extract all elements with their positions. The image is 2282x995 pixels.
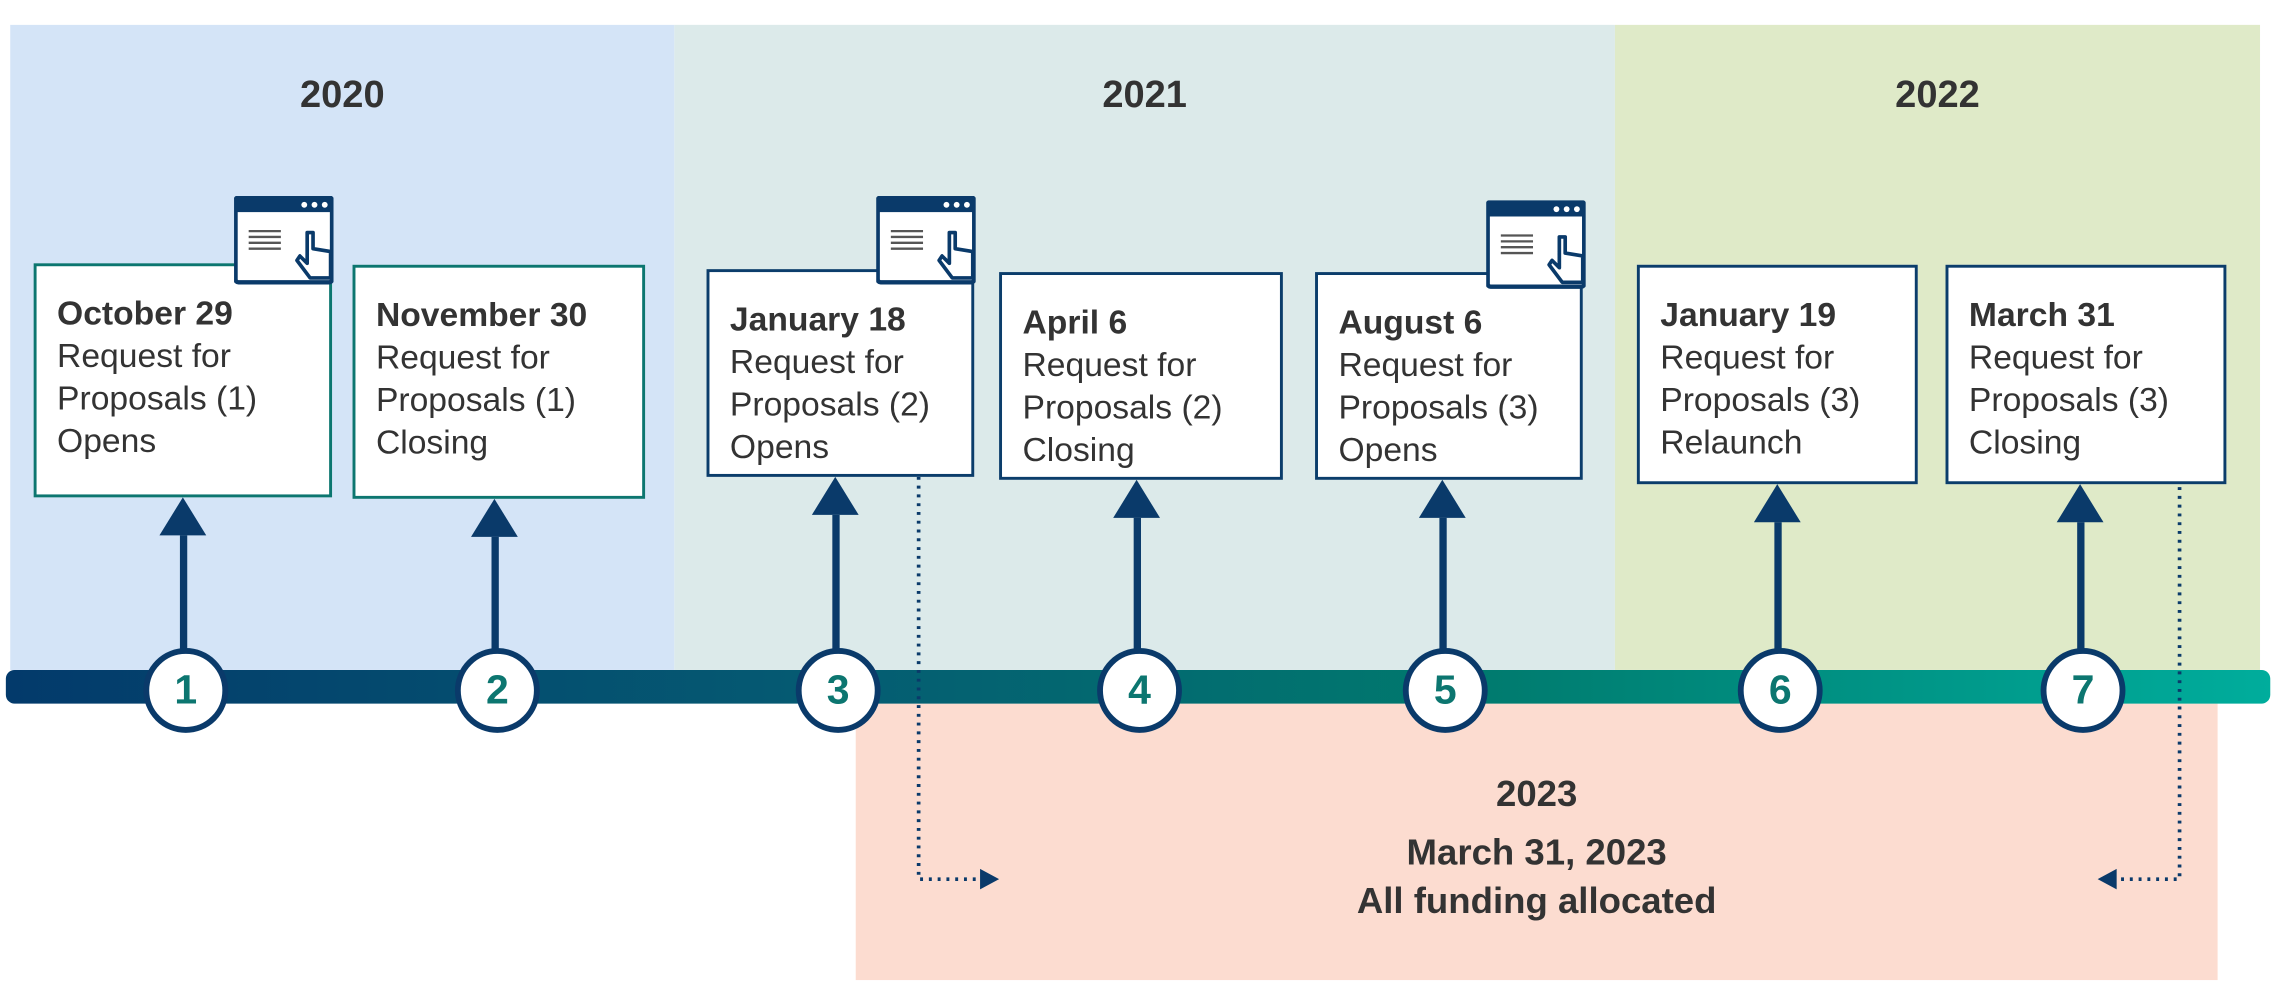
milestone-text: Closing [1968, 422, 2082, 461]
arrow-up-icon [159, 497, 207, 536]
arrow-stem [490, 536, 499, 651]
step-number-6: 6 [1737, 648, 1823, 733]
milestone-card-5: August 6 Request for Proposals (3) Opens [1315, 272, 1583, 480]
milestone-date: January 18 [729, 299, 906, 338]
milestone-text: Proposals (1) [57, 378, 258, 417]
milestone-date: January 19 [1660, 295, 1837, 334]
milestone-text: Opens [729, 427, 830, 466]
step-number-1: 1 [143, 648, 229, 733]
milestone-text: Request for [57, 336, 231, 375]
milestone-card-4: April 6 Request for Proposals (2) Closing [999, 272, 1283, 480]
milestone-card-7: March 31 Request for Proposals (3) Closing [1945, 264, 2227, 485]
milestone-text: Closing [375, 422, 489, 461]
milestone-text: Proposals (2) [729, 384, 931, 423]
milestone-text: Opens [57, 421, 157, 460]
milestone-text: Proposals (1) [375, 380, 577, 419]
browser-click-icon [1485, 199, 1587, 298]
arrow-up-icon [1113, 479, 1161, 518]
milestone-text: Request for [1022, 345, 1197, 384]
step-number-7: 7 [2040, 648, 2126, 733]
arrow-up-icon [1418, 479, 1466, 518]
arrow-up-icon [471, 498, 518, 537]
milestone-text: Request for [729, 342, 904, 381]
step-number-2: 2 [454, 648, 540, 733]
milestone-date: March 31 [1968, 295, 2115, 334]
milestone-text: Proposals (3) [1338, 387, 1539, 426]
arrow-stem [2076, 522, 2084, 651]
milestone-text: Closing [1022, 430, 1135, 469]
milestone-card-6: January 19 Request for Proposals (3) Relaun… [1636, 264, 1918, 485]
milestone-date: November 30 [375, 295, 588, 334]
step-number-4: 4 [1097, 648, 1182, 733]
arrow-stem [1132, 517, 1141, 651]
milestone-text: Request for [1968, 337, 2143, 376]
arrowhead-right [980, 868, 1000, 890]
step-number-5: 5 [1402, 648, 1488, 733]
milestone-text: Proposals (3) [1660, 380, 1861, 419]
step-number-3: 3 [795, 648, 881, 733]
browser-click-icon [233, 195, 335, 294]
browser-click-icon [875, 195, 977, 294]
milestone-card-1: October 29 Request for Proposals (1) Opens [33, 263, 333, 498]
milestone-text: Request for [1660, 337, 1835, 376]
milestone-date: October 29 [57, 294, 233, 333]
dotted-arrow-3 [916, 476, 984, 881]
arrow-stem [831, 514, 839, 651]
milestone-text: Proposals (3) [1968, 380, 2170, 419]
milestone-text: Request for [375, 337, 550, 376]
milestone-text: Opens [1338, 430, 1438, 469]
milestone-text: Request for [1338, 345, 1513, 384]
milestone-card-3: January 18 Request for Proposals (2) Opens [706, 269, 975, 477]
milestone-date: August 6 [1338, 302, 1483, 341]
arrow-up-icon [1753, 484, 1801, 523]
milestone-card-2: November 30 Request for Proposals (1) Closi… [352, 264, 646, 499]
arrow-stem [1773, 522, 1781, 651]
timeline-diagram: 2020 2021 2022 2023 March 31, 2023 All f… [0, 0, 2282, 995]
arrow-up-icon [2056, 484, 2104, 523]
milestone-date: April 6 [1022, 302, 1128, 341]
milestone-text: Relaunch [1660, 422, 1803, 461]
arrow-up-icon [811, 476, 859, 515]
arrow-stem [1438, 517, 1446, 651]
arrowhead-left [2097, 868, 2117, 890]
arrow-stem [179, 535, 187, 651]
milestone-text: Proposals (2) [1022, 387, 1223, 426]
